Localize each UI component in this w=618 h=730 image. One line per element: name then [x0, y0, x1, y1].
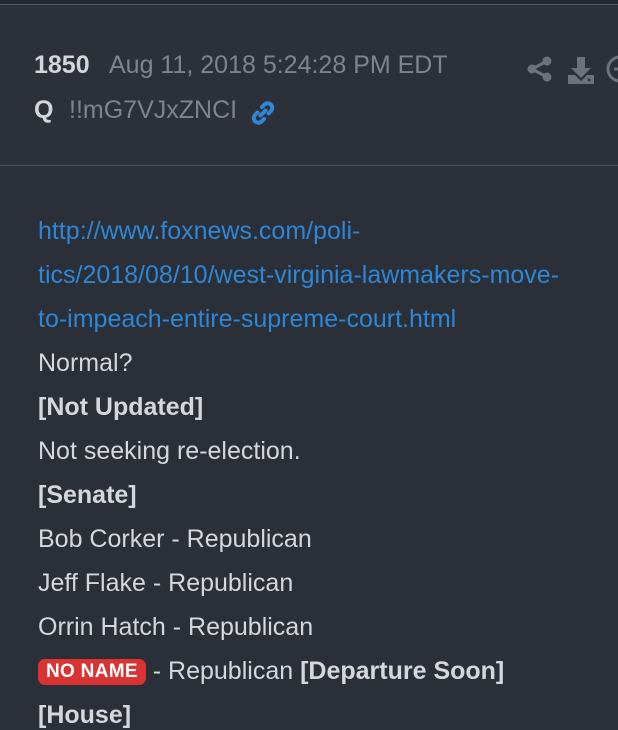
article-link-line2[interactable]: tics/2018/08/10/west-virginia-lawmakers-… — [38, 260, 559, 290]
post-number[interactable]: 1850 — [34, 51, 90, 80]
post-header: 1850 Aug 11, 2018 5:24:28 PM EDT Q !!mG7… — [0, 5, 618, 166]
no-name-suffix: - Republican — [145, 657, 301, 685]
list-item-corker: Bob Corker - Republican — [38, 525, 312, 553]
more-icon[interactable] — [606, 55, 618, 83]
departure-soon: [Departure Soon] — [300, 657, 505, 685]
heading-not-updated: [Not Updated] — [38, 393, 204, 421]
list-item-flake: Jeff Flake - Republican — [38, 569, 294, 597]
heading-senate: [Senate] — [38, 481, 137, 509]
article-link-line1[interactable]: http://www.foxnews.com/poli- — [38, 216, 360, 246]
no-name-badge: NO NAME — [38, 659, 146, 685]
text-normal: Normal? — [38, 349, 133, 377]
list-item-hatch: Orrin Hatch - Republican — [38, 613, 314, 641]
link-icon[interactable] — [248, 98, 278, 128]
article-link-line3[interactable]: to-impeach-entire-supreme-court.html — [38, 304, 456, 334]
text-not-seeking: Not seeking re-election. — [38, 437, 301, 465]
post-timestamp: Aug 11, 2018 5:24:28 PM EDT — [109, 51, 448, 79]
share-icon[interactable] — [526, 55, 554, 83]
download-icon[interactable] — [566, 55, 596, 85]
post-author: Q — [34, 96, 54, 124]
post-body: http://www.foxnews.com/poli- tics/2018/0… — [0, 166, 618, 729]
heading-house: [House] — [38, 701, 132, 729]
post-tripcode: !!mG7VJxZNCI — [69, 96, 238, 124]
list-item-no-name: NO NAME - Republican [Departure Soon] — [38, 656, 504, 686]
